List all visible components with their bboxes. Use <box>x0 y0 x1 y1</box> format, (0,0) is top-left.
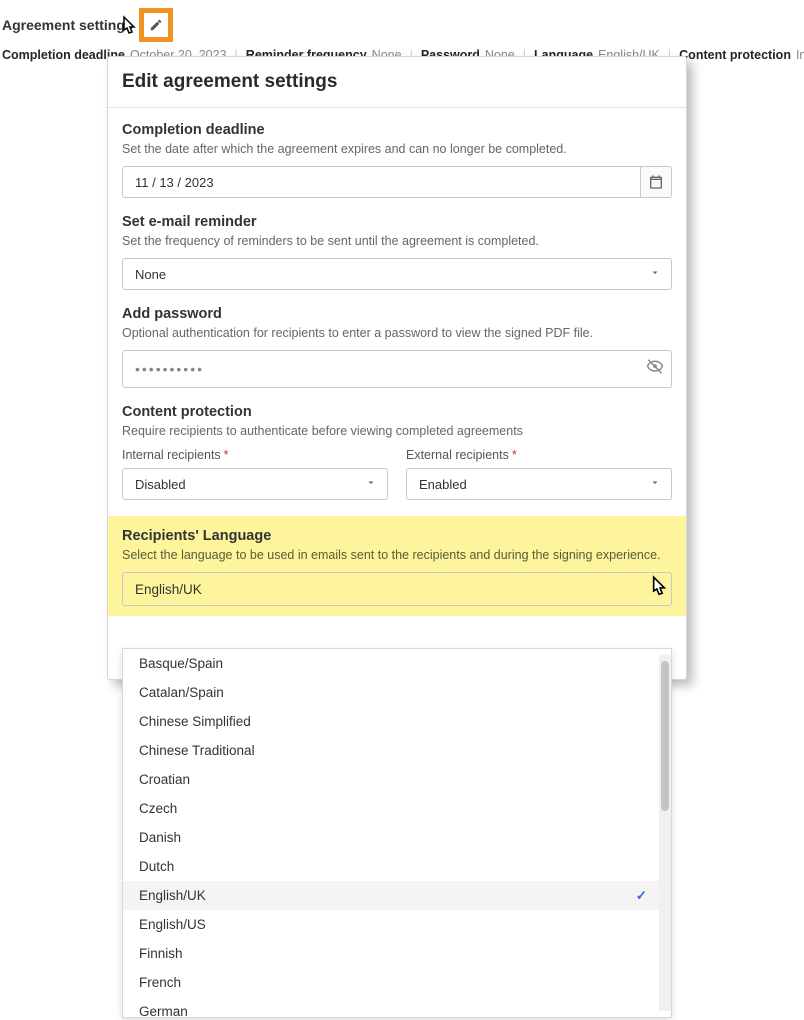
reminder-title: Set e-mail reminder <box>122 214 672 230</box>
recipients-language-section: Recipients' Language Select the language… <box>108 516 686 616</box>
password-input[interactable]: •••••••••• <box>122 350 672 388</box>
dialog-title: Edit agreement settings <box>108 71 686 108</box>
deadline-title: Completion deadline <box>122 122 672 138</box>
content-protection-section: Content protection Require recipients to… <box>108 404 686 500</box>
language-option[interactable]: Catalan/Spain <box>123 678 671 707</box>
chevron-down-icon <box>649 477 661 492</box>
language-option[interactable]: English/US <box>123 910 671 939</box>
language-option[interactable]: Basque/Spain <box>123 649 671 678</box>
scrollbar-thumb[interactable] <box>661 661 669 811</box>
external-recipients-label: External recipients* <box>406 448 672 462</box>
scrollbar-track[interactable] <box>659 655 671 1011</box>
deadline-date-input[interactable]: 11 / 13 / 2023 <box>122 166 640 198</box>
language-dropdown-list[interactable]: Basque/SpainCatalan/SpainChinese Simplif… <box>122 648 672 1018</box>
language-select-value: English/UK <box>135 582 202 597</box>
language-option[interactable]: Chinese Simplified <box>123 707 671 736</box>
external-recipients-select[interactable]: Enabled <box>406 468 672 500</box>
chevron-down-icon <box>365 477 377 492</box>
toggle-password-visibility-button[interactable] <box>646 358 664 381</box>
protection-title: Content protection <box>122 404 672 420</box>
reminder-select-value: None <box>135 267 166 282</box>
language-option[interactable]: Finnish <box>123 939 671 968</box>
email-reminder-section: Set e-mail reminder Set the frequency of… <box>108 214 686 290</box>
agreement-settings-header: Agreement settings Completion deadline O… <box>0 0 804 62</box>
language-option[interactable]: German <box>123 997 671 1018</box>
language-option[interactable]: Dutch <box>123 852 671 881</box>
edit-settings-button[interactable] <box>139 8 173 42</box>
language-option[interactable]: Czech <box>123 794 671 823</box>
language-title: Recipients' Language <box>122 528 672 544</box>
password-value: •••••••••• <box>135 361 204 377</box>
password-desc: Optional authentication for recipients t… <box>122 326 672 340</box>
recipients-language-select[interactable]: English/UK <box>122 572 672 606</box>
summary-protection-label: Content protection <box>679 48 791 62</box>
language-option[interactable]: Chinese Traditional <box>123 736 671 765</box>
protection-desc: Require recipients to authenticate befor… <box>122 424 672 438</box>
page-title: Agreement settings <box>2 17 133 33</box>
internal-recipients-label: Internal recipients* <box>122 448 388 462</box>
calendar-icon <box>648 174 664 190</box>
internal-recipients-value: Disabled <box>135 477 186 492</box>
chevron-down-icon <box>649 267 661 282</box>
language-option[interactable]: English/UK✓ <box>123 881 671 910</box>
calendar-button[interactable] <box>640 166 672 198</box>
language-option[interactable]: Croatian <box>123 765 671 794</box>
reminder-desc: Set the frequency of reminders to be sen… <box>122 234 672 248</box>
pencil-icon <box>144 13 168 37</box>
chevron-down-icon <box>649 582 661 597</box>
language-option[interactable]: French <box>123 968 671 997</box>
external-recipients-value: Enabled <box>419 477 467 492</box>
password-title: Add password <box>122 306 672 322</box>
language-desc: Select the language to be used in emails… <box>122 548 672 562</box>
language-option[interactable]: Danish <box>123 823 671 852</box>
deadline-date-value: 11 / 13 / 2023 <box>135 175 214 190</box>
deadline-desc: Set the date after which the agreement e… <box>122 142 672 156</box>
eye-off-icon <box>646 358 664 376</box>
edit-agreement-settings-dialog: Edit agreement settings Completion deadl… <box>107 56 687 680</box>
check-icon: ✓ <box>636 888 647 904</box>
reminder-select[interactable]: None <box>122 258 672 290</box>
summary-protection-value: Internal disabled & External enabled <box>796 48 804 62</box>
add-password-section: Add password Optional authentication for… <box>108 306 686 388</box>
completion-deadline-section: Completion deadline Set the date after w… <box>108 122 686 198</box>
internal-recipients-select[interactable]: Disabled <box>122 468 388 500</box>
